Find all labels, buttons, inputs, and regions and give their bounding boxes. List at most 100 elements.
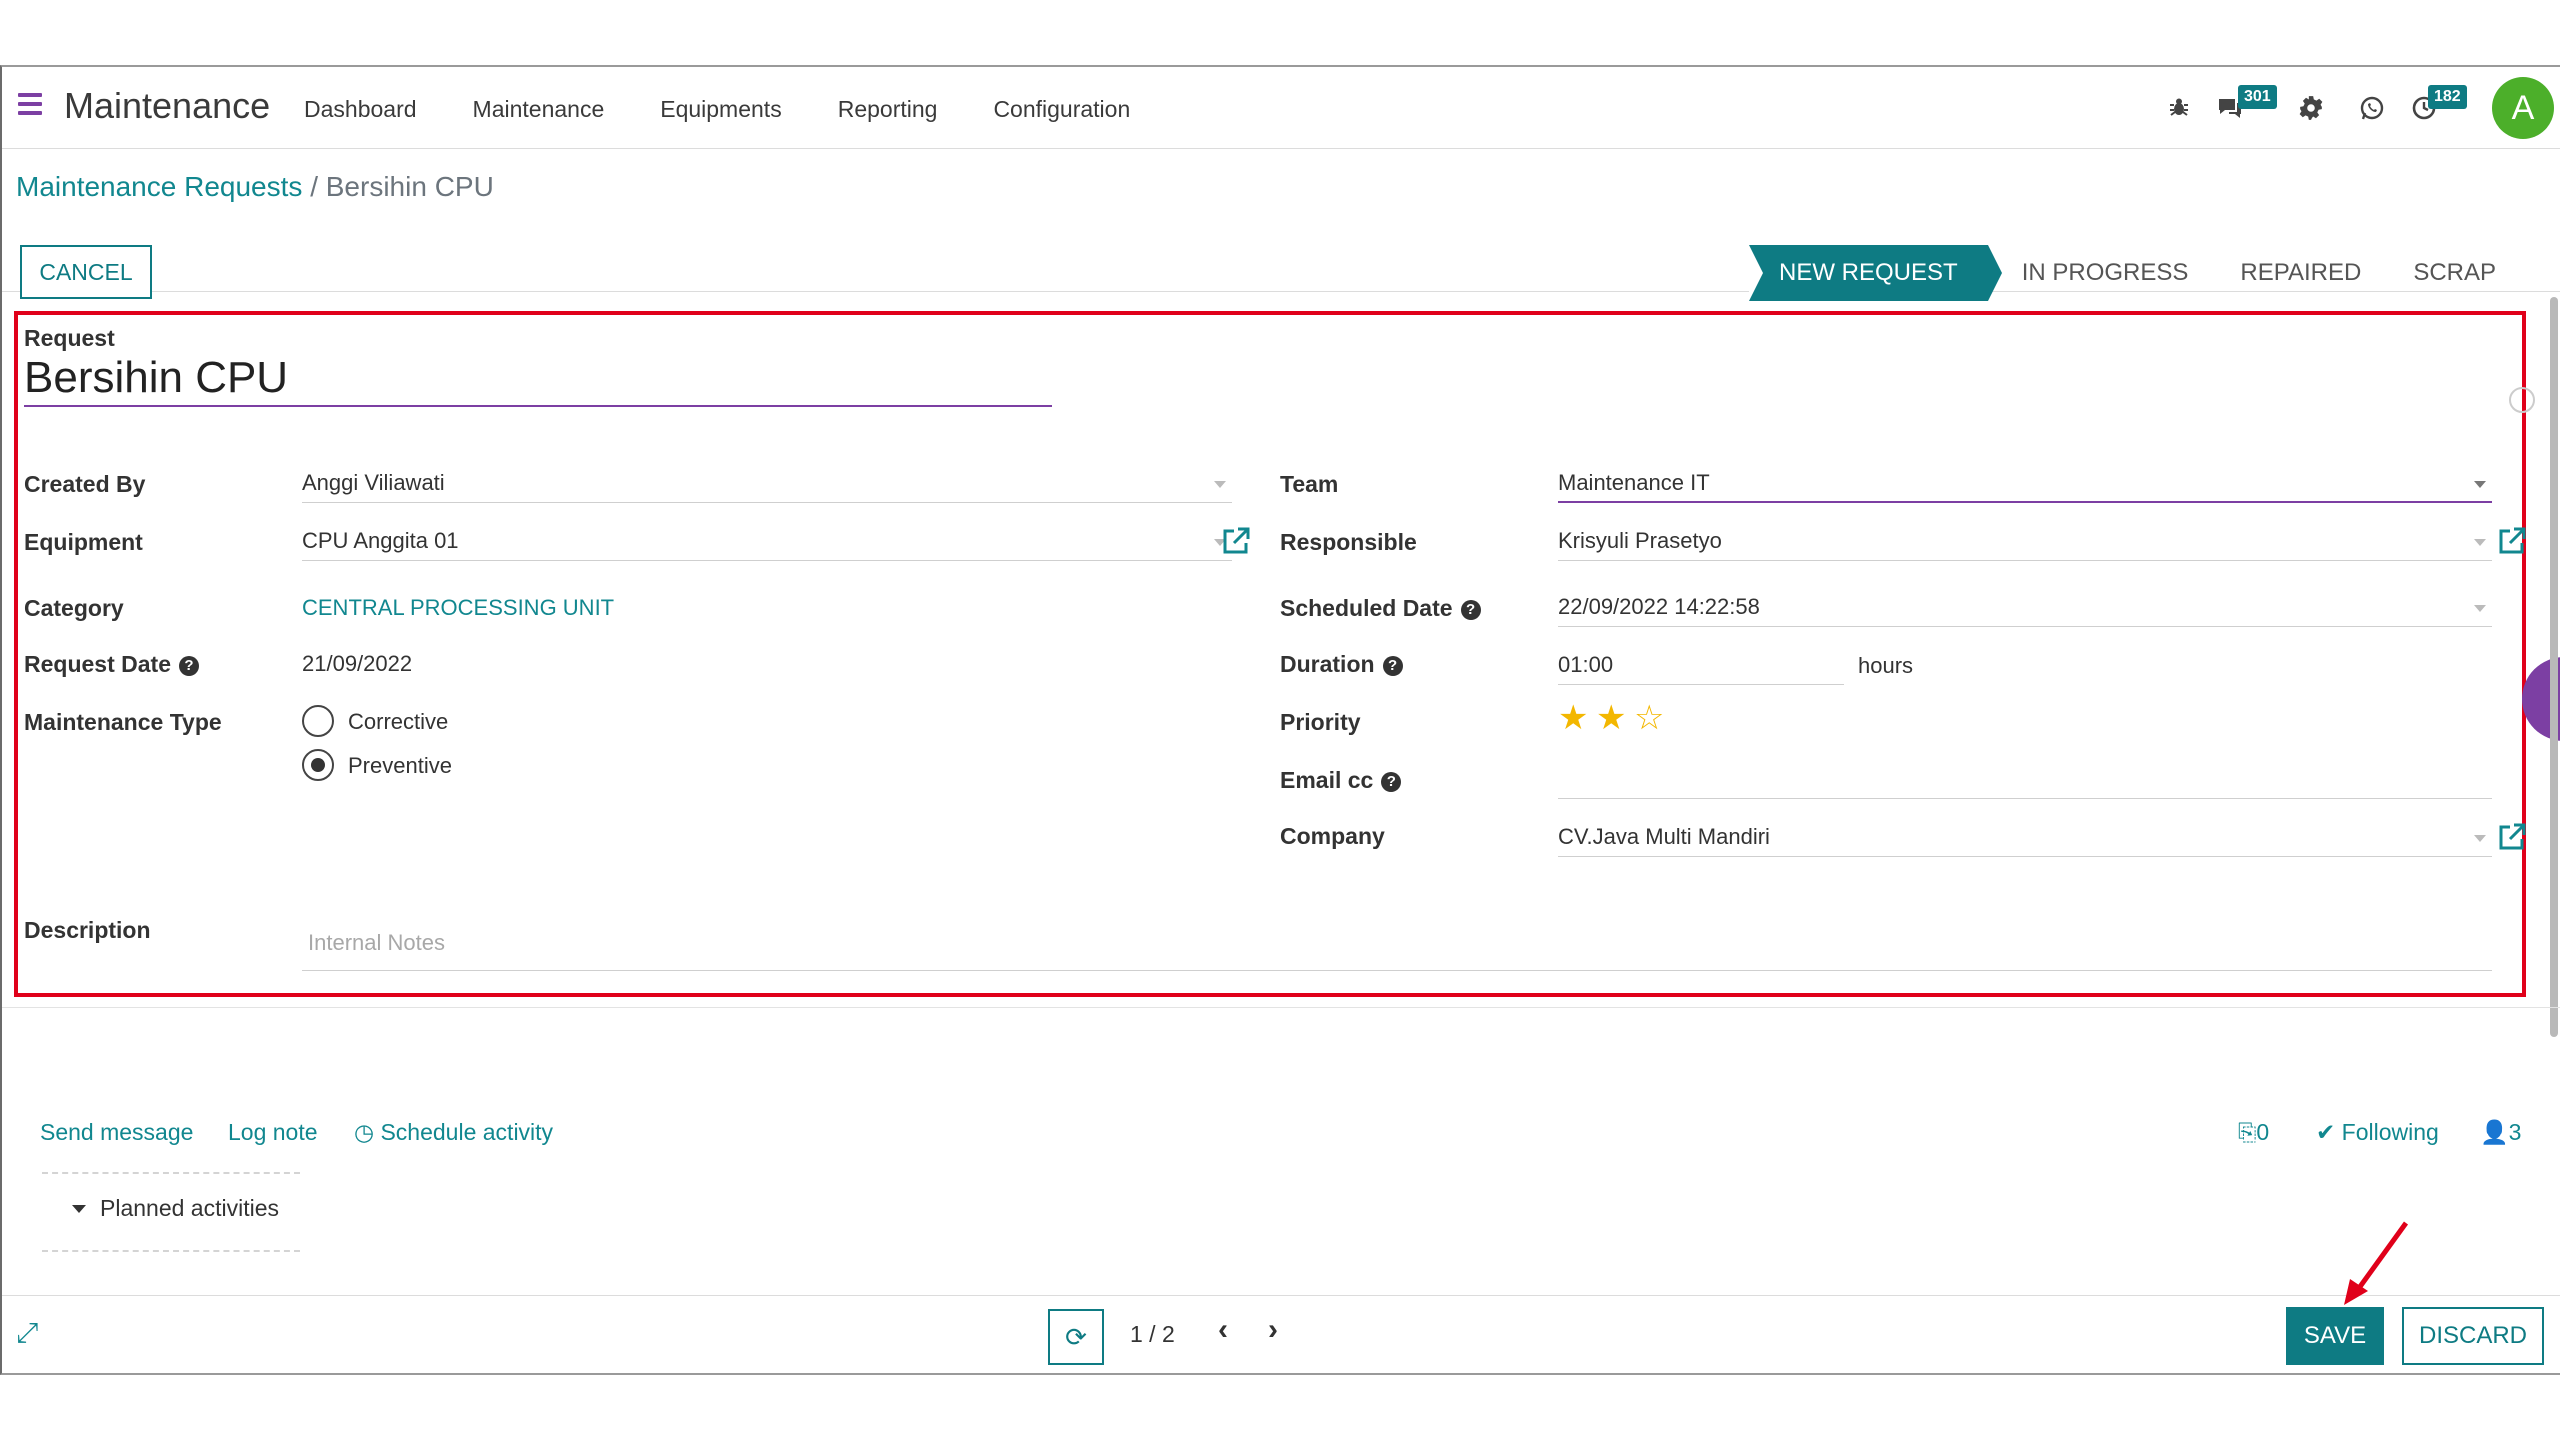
description-label: Description (24, 917, 151, 943)
pager-previous-icon[interactable]: ‹ (1218, 1313, 1228, 1347)
maintenance-type-label: Maintenance Type (24, 709, 222, 735)
control-panel: Maintenance Requests / Bersihin CPU CANC… (2, 149, 2560, 301)
team-value: Maintenance IT (1558, 470, 1710, 495)
company-value: CV.Java Multi Mandiri (1558, 824, 1770, 849)
request-date-help-icon[interactable]: ? (178, 656, 199, 676)
app-window: Maintenance Dashboard Maintenance Equipm… (0, 65, 2560, 1375)
created-by-label: Created By (24, 471, 146, 497)
menu-item-dashboard[interactable]: Dashboard (304, 96, 417, 123)
email-cc-label: Email cc? (1280, 767, 1402, 794)
category-label: Category (24, 595, 124, 621)
stage-in-progress[interactable]: IN PROGRESS (1996, 245, 2215, 301)
corrective-radio[interactable] (302, 705, 334, 737)
company-field[interactable]: CV.Java Multi Mandiri (1558, 819, 2492, 857)
menu-item-configuration[interactable]: Configuration (993, 96, 1130, 123)
annotation-arrow-icon (2340, 1219, 2410, 1314)
company-dropdown-icon[interactable] (2474, 835, 2486, 842)
team-field[interactable]: Maintenance IT (1558, 465, 2492, 503)
refresh-icon: ⟳ (1065, 1322, 1087, 1352)
schedule-activity-button[interactable]: ◷ Schedule activity (354, 1119, 553, 1146)
activities-badge: 182 (2428, 85, 2467, 109)
team-label: Team (1280, 471, 1339, 497)
email-cc-input[interactable] (1558, 761, 2492, 799)
equipment-value: CPU Anggita 01 (302, 528, 459, 553)
category-value[interactable]: CENTRAL PROCESSING UNIT (302, 595, 614, 621)
menu-item-equipments[interactable]: Equipments (660, 96, 781, 123)
top-navbar: Maintenance Dashboard Maintenance Equipm… (2, 67, 2560, 149)
equipment-field[interactable]: CPU Anggita 01 (302, 523, 1232, 561)
responsible-value: Krisyuli Prasetyo (1558, 528, 1722, 553)
preventive-label[interactable]: Preventive (348, 753, 452, 779)
followers-button[interactable]: 👤3 (2480, 1119, 2521, 1146)
user-avatar[interactable]: A (2492, 77, 2554, 139)
equipment-label: Equipment (24, 529, 143, 555)
bug-icon[interactable] (2165, 95, 2193, 123)
duration-input[interactable]: 01:00 (1558, 647, 1844, 685)
scheduled-date-help-icon[interactable]: ? (1460, 600, 1481, 620)
menu-toggle-icon[interactable] (18, 93, 42, 115)
expand-icon[interactable]: ⤢ (16, 1317, 38, 1350)
breadcrumb-parent[interactable]: Maintenance Requests (16, 171, 302, 202)
breadcrumb-separator: / (310, 171, 318, 202)
responsible-field[interactable]: Krisyuli Prasetyo (1558, 523, 2492, 561)
scheduled-date-value: 22/09/2022 14:22:58 (1558, 594, 1760, 619)
menu-item-reporting[interactable]: Reporting (838, 96, 938, 123)
breadcrumb: Maintenance Requests / Bersihin CPU (16, 171, 494, 203)
corrective-label[interactable]: Corrective (348, 709, 448, 735)
clock-small-icon: ◷ (354, 1119, 375, 1145)
attachments-button[interactable]: ⎘0 (2238, 1119, 2269, 1146)
breadcrumb-current: Bersihin CPU (325, 171, 494, 202)
company-external-link-icon[interactable] (2496, 821, 2528, 853)
description-placeholder: Internal Notes (308, 930, 445, 955)
scheduled-date-field[interactable]: 22/09/2022 14:22:58 (1558, 589, 2492, 627)
stage-scrap[interactable]: SCRAP (2387, 245, 2522, 301)
responsible-dropdown-icon[interactable] (2474, 539, 2486, 546)
priority-star-3-icon[interactable]: ☆ (1634, 701, 1664, 735)
cancel-button[interactable]: CANCEL (20, 245, 152, 299)
created-by-dropdown-icon[interactable] (1214, 481, 1226, 488)
request-date-value[interactable]: 21/09/2022 (302, 651, 412, 677)
priority-star-2-icon[interactable]: ★ (1596, 701, 1626, 735)
save-button[interactable]: SAVE (2286, 1307, 2384, 1365)
caret-down-icon (72, 1205, 86, 1213)
equipment-external-link-icon[interactable] (1220, 525, 1252, 557)
priority-star-1-icon[interactable]: ★ (1558, 701, 1588, 735)
whatsapp-icon[interactable] (2358, 95, 2386, 123)
main-menu: Dashboard Maintenance Equipments Reporti… (304, 96, 1186, 123)
team-dropdown-icon[interactable] (2474, 481, 2486, 488)
paperclip-icon: ⎘ (2238, 1119, 2257, 1145)
company-label: Company (1280, 823, 1385, 849)
duration-unit: hours (1858, 653, 1914, 678)
send-message-button[interactable]: Send message (40, 1119, 193, 1146)
pager-value[interactable]: 1 / 2 (1130, 1321, 1175, 1348)
log-note-button[interactable]: Log note (228, 1119, 318, 1146)
duration-help-icon[interactable]: ? (1382, 656, 1403, 676)
stage-new-request[interactable]: NEW REQUEST (1749, 245, 2002, 301)
created-by-field[interactable]: Anggi Viliawati (302, 465, 1232, 503)
check-icon: ✔ (2316, 1119, 2336, 1145)
scheduled-date-dropdown-icon[interactable] (2474, 605, 2486, 612)
messages-badge: 301 (2238, 85, 2277, 109)
responsible-label: Responsible (1280, 529, 1417, 555)
scrollbar[interactable] (2550, 297, 2558, 1037)
responsible-external-link-icon[interactable] (2496, 525, 2528, 557)
discard-button[interactable]: DISCARD (2402, 1307, 2544, 1365)
stage-statusbar: NEW REQUEST IN PROGRESS REPAIRED SCRAP (1749, 245, 2522, 301)
gear-icon[interactable] (2297, 95, 2325, 123)
info-circle-icon (2509, 387, 2535, 413)
refresh-button[interactable]: ⟳ (1048, 1309, 1104, 1365)
email-cc-help-icon[interactable]: ? (1381, 772, 1402, 792)
pager-next-icon[interactable]: › (1268, 1313, 1278, 1347)
menu-item-maintenance[interactable]: Maintenance (473, 96, 605, 123)
description-input[interactable]: Internal Notes (302, 915, 2492, 971)
created-by-value: Anggi Viliawati (302, 470, 445, 495)
app-title[interactable]: Maintenance (64, 85, 270, 127)
preventive-radio[interactable] (302, 749, 334, 781)
request-name-input[interactable]: Bersihin CPU (24, 351, 1052, 407)
activities-divider-bottom (42, 1250, 300, 1252)
following-button[interactable]: ✔ Following (2316, 1119, 2439, 1146)
stage-repaired[interactable]: REPAIRED (2214, 245, 2387, 301)
scheduled-date-label: Scheduled Date? (1280, 595, 1481, 622)
form-sheet: Request Bersihin CPU Created By Anggi Vi… (14, 311, 2526, 997)
planned-activities-toggle[interactable]: Planned activities (72, 1195, 279, 1222)
